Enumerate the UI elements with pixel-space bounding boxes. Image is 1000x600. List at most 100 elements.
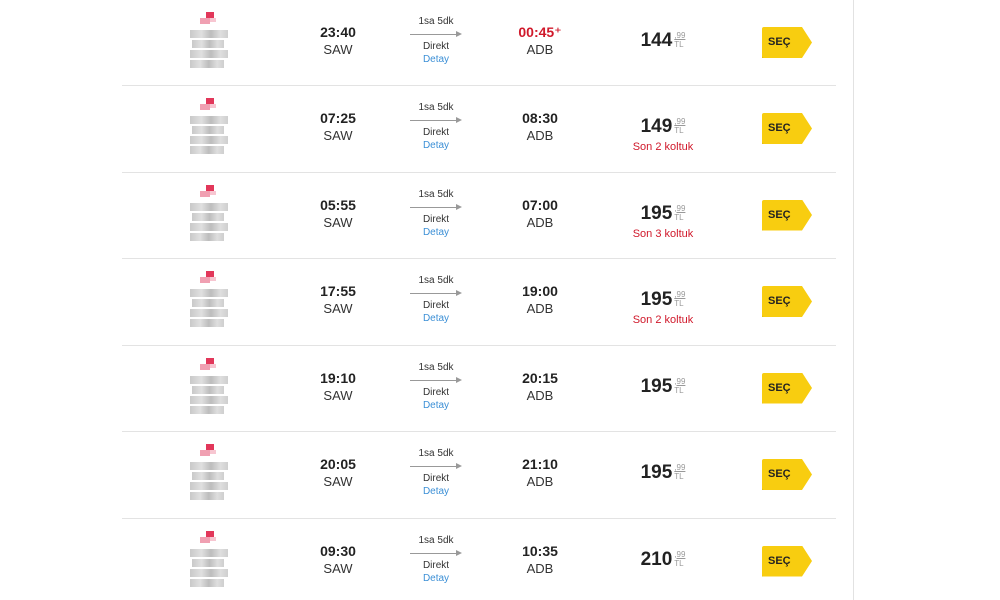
flight-duration-block: 1sa 5dk Direkt Detay xyxy=(403,448,469,499)
airline-logo-icon xyxy=(188,356,230,416)
arrival-time: 21:10 xyxy=(522,456,558,472)
departure: 20:05 SAW xyxy=(303,456,373,491)
price-currency: TL xyxy=(674,126,684,135)
flight-duration: 1sa 5dk xyxy=(418,534,454,546)
seats-remaining: Son 2 koltuk xyxy=(632,141,694,153)
airline-logo-icon xyxy=(188,529,230,589)
flight-duration-block: 1sa 5dk Direkt Detay xyxy=(403,535,469,586)
detail-link[interactable]: Detay xyxy=(403,312,469,326)
departure: 07:25 SAW xyxy=(303,110,373,145)
detail-link[interactable]: Detay xyxy=(403,53,469,67)
flight-duration: 1sa 5dk xyxy=(418,16,454,27)
flight-row[interactable]: 20:05 SAW 1sa 5dk Direkt Detay 21:10 ADB… xyxy=(122,432,836,519)
price-cents: ,99 xyxy=(674,290,686,299)
departure: 19:10 SAW xyxy=(303,370,373,405)
price-cents: ,99 xyxy=(674,117,686,126)
price-cents: ,99 xyxy=(674,549,686,559)
flight-duration: 1sa 5dk xyxy=(418,275,454,286)
flight-duration: 1sa 5dk xyxy=(418,448,454,459)
price-currency: TL xyxy=(674,40,684,49)
flight-type: Direkt xyxy=(422,559,450,571)
flight-duration-block: 1sa 5dk Direkt Detay xyxy=(403,102,469,153)
arrow-right-icon xyxy=(410,376,462,385)
price-amount: 195 xyxy=(640,202,673,224)
arrow-right-icon xyxy=(410,117,462,125)
departure-airport: SAW xyxy=(323,560,353,576)
detail-link[interactable]: Detay xyxy=(403,485,469,499)
departure-time: 05:55 xyxy=(320,196,356,213)
arrival: 20:15 ADB xyxy=(505,370,575,405)
price-amount: 144 xyxy=(640,30,673,51)
arrival-airport: ADB xyxy=(526,42,554,57)
arrival-airport: ADB xyxy=(526,387,554,403)
flight-row[interactable]: 07:25 SAW 1sa 5dk Direkt Detay 08:30 ADB… xyxy=(122,86,836,173)
flight-row[interactable]: 23:40 SAW 1sa 5dk Direkt Detay 00:45⁺ AD… xyxy=(122,0,836,86)
flight-duration-block: 1sa 5dk Direkt Detay xyxy=(403,362,469,413)
flight-type: Direkt xyxy=(422,127,450,138)
arrival-airport: ADB xyxy=(526,214,554,230)
departure-airport: SAW xyxy=(323,474,353,489)
arrival-time: 08:30 xyxy=(522,110,558,126)
flight-type: Direkt xyxy=(422,386,450,398)
price-block: 195,99 TL Son 2 koltuk xyxy=(618,289,708,327)
flight-type: Direkt xyxy=(422,41,450,52)
departure-time: 23:40 xyxy=(320,24,356,40)
price-block: 149,99 TL Son 2 koltuk xyxy=(618,116,708,154)
flight-row[interactable]: 17:55 SAW 1sa 5dk Direkt Detay 19:00 ADB… xyxy=(122,259,836,346)
flight-row[interactable]: 05:55 SAW 1sa 5dk Direkt Detay 07:00 ADB… xyxy=(122,173,836,259)
flight-results-page: 23:40 SAW 1sa 5dk Direkt Detay 00:45⁺ AD… xyxy=(0,0,1000,600)
price-currency: TL xyxy=(674,472,684,481)
departure: 09:30 SAW xyxy=(303,543,373,578)
departure: 23:40 SAW xyxy=(303,24,373,59)
departure: 17:55 SAW xyxy=(303,283,373,318)
arrival-time: 07:00 xyxy=(522,196,558,213)
departure: 05:55 SAW xyxy=(303,197,373,232)
select-button[interactable]: SEÇ xyxy=(762,286,812,317)
departure-airport: SAW xyxy=(323,301,353,316)
flight-row[interactable]: 09:30 SAW 1sa 5dk Direkt Detay 10:35 ADB… xyxy=(122,519,836,600)
airline-logo-icon xyxy=(188,96,230,156)
departure-airport: SAW xyxy=(323,387,353,403)
arrow-right-icon xyxy=(410,549,462,558)
flight-duration: 1sa 5dk xyxy=(418,102,454,113)
detail-link[interactable]: Detay xyxy=(403,572,469,586)
price-currency: TL xyxy=(674,385,684,395)
price-amount: 210 xyxy=(640,548,673,570)
select-button[interactable]: SEÇ xyxy=(762,199,812,231)
departure-airport: SAW xyxy=(323,214,353,230)
flight-list: 23:40 SAW 1sa 5dk Direkt Detay 00:45⁺ AD… xyxy=(122,0,836,600)
price-block: 210,99 TL xyxy=(618,549,708,573)
price-currency: TL xyxy=(674,212,684,222)
price-amount: 195 xyxy=(640,462,673,483)
arrival: 19:00 ADB xyxy=(505,283,575,318)
detail-link[interactable]: Detay xyxy=(403,226,469,240)
right-divider xyxy=(853,0,854,600)
arrival: 00:45⁺ ADB xyxy=(505,24,575,59)
flight-duration: 1sa 5dk xyxy=(418,361,454,373)
departure-time: 19:10 xyxy=(320,369,356,386)
arrival-airport: ADB xyxy=(526,560,554,576)
select-button[interactable]: SEÇ xyxy=(762,27,812,58)
select-button[interactable]: SEÇ xyxy=(762,113,812,144)
select-button[interactable]: SEÇ xyxy=(762,459,812,490)
departure-time: 20:05 xyxy=(320,456,356,472)
flight-type: Direkt xyxy=(422,213,450,225)
arrival: 08:30 ADB xyxy=(505,110,575,145)
arrival: 10:35 ADB xyxy=(505,543,575,578)
arrival-time: 20:15 xyxy=(522,369,558,386)
flight-row[interactable]: 19:10 SAW 1sa 5dk Direkt Detay 20:15 ADB… xyxy=(122,346,836,432)
departure-airport: SAW xyxy=(323,128,353,143)
departure-time: 07:25 xyxy=(320,110,356,126)
price-cents: ,99 xyxy=(674,463,686,472)
arrow-right-icon xyxy=(410,31,462,39)
arrival-airport: ADB xyxy=(526,474,554,489)
select-button[interactable]: SEÇ xyxy=(762,372,812,404)
arrival: 07:00 ADB xyxy=(505,197,575,232)
seats-remaining: Son 3 koltuk xyxy=(632,227,694,240)
flight-duration-block: 1sa 5dk Direkt Detay xyxy=(403,275,469,326)
select-button[interactable]: SEÇ xyxy=(762,545,812,577)
detail-link[interactable]: Detay xyxy=(403,139,469,153)
detail-link[interactable]: Detay xyxy=(403,399,469,413)
flight-duration: 1sa 5dk xyxy=(418,188,454,200)
airline-logo-icon xyxy=(188,10,230,70)
